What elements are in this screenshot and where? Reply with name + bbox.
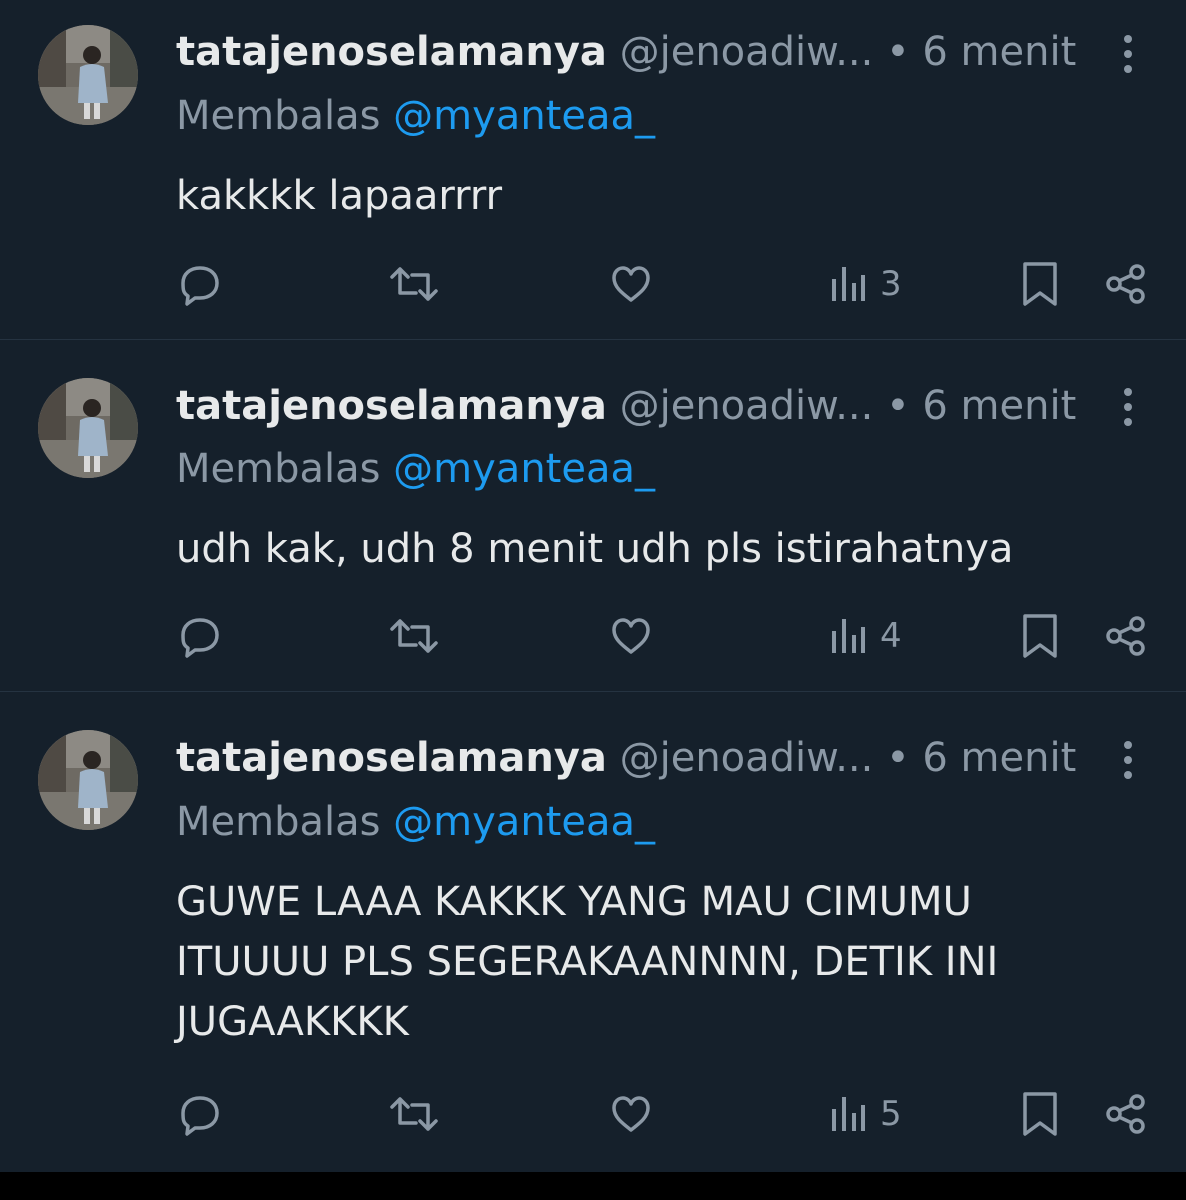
replying-to-line: Membalas @myanteaa_ bbox=[176, 88, 655, 144]
like-button[interactable] bbox=[608, 608, 654, 664]
tweet-header: tatajenoselamanya @jenoadiw... • 6 menit bbox=[176, 378, 1186, 434]
heart-icon bbox=[608, 1091, 654, 1137]
timestamp[interactable]: 6 menit bbox=[922, 383, 1076, 429]
tweet-item[interactable]: tatajenoselamanya @jenoadiw... • 6 menit… bbox=[0, 692, 1186, 1172]
tweet-actions: 4 bbox=[0, 608, 1186, 664]
bookmark-icon bbox=[1018, 259, 1062, 309]
replying-to-label: Membalas bbox=[176, 799, 381, 845]
tweet-text-line: JUGAAKKKK bbox=[176, 999, 409, 1045]
avatar[interactable] bbox=[38, 730, 138, 830]
like-button[interactable] bbox=[608, 1086, 654, 1142]
views-count: 4 bbox=[880, 616, 902, 656]
user-handle[interactable]: @jenoadiw... bbox=[620, 29, 874, 75]
replying-to-label: Membalas bbox=[176, 446, 381, 492]
dot-separator: • bbox=[886, 29, 910, 75]
mention-link[interactable]: @myanteaa_ bbox=[393, 799, 655, 845]
tweet-item[interactable]: tatajenoselamanya @jenoadiw... • 6 menit… bbox=[0, 0, 1186, 340]
views-button[interactable]: 3 bbox=[828, 256, 902, 312]
reply-button[interactable] bbox=[177, 256, 223, 312]
views-button[interactable]: 5 bbox=[828, 1086, 902, 1142]
share-button[interactable] bbox=[1103, 608, 1149, 664]
tweet-header: tatajenoselamanya @jenoadiw... • 6 menit bbox=[176, 24, 1186, 80]
display-name[interactable]: tatajenoselamanya bbox=[176, 735, 607, 781]
tweet-header: tatajenoselamanya @jenoadiw... • 6 menit bbox=[176, 730, 1186, 786]
speech-bubble-icon bbox=[177, 261, 223, 307]
reply-button[interactable] bbox=[177, 608, 223, 664]
bookmark-button[interactable] bbox=[1018, 1086, 1062, 1142]
tweet-text-line: ITUUUU PLS SEGERAKAANNNN, DETIK INI bbox=[176, 939, 999, 985]
display-name[interactable]: tatajenoselamanya bbox=[176, 383, 607, 429]
reply-button[interactable] bbox=[177, 1086, 223, 1142]
tweet-text-line: udh kak, udh 8 menit udh pls istirahatny… bbox=[176, 526, 1014, 572]
share-nodes-icon bbox=[1103, 261, 1149, 307]
share-button[interactable] bbox=[1103, 256, 1149, 312]
avatar[interactable] bbox=[38, 25, 138, 125]
retweet-arrows-icon bbox=[388, 1091, 440, 1137]
heart-icon bbox=[608, 613, 654, 659]
replying-to-line: Membalas @myanteaa_ bbox=[176, 441, 655, 497]
heart-icon bbox=[608, 261, 654, 307]
views-count: 5 bbox=[880, 1094, 902, 1134]
bar-chart-icon bbox=[828, 1091, 868, 1137]
share-button[interactable] bbox=[1103, 1086, 1149, 1142]
bar-chart-icon bbox=[828, 261, 868, 307]
mention-link[interactable]: @myanteaa_ bbox=[393, 446, 655, 492]
tweet-text-line: GUWE LAAA KAKKK YANG MAU CIMUMU bbox=[176, 879, 972, 925]
display-name[interactable]: tatajenoselamanya bbox=[176, 29, 607, 75]
tweet-text: kakkkk lapaarrrr bbox=[176, 166, 1136, 226]
tweet-text-line: kakkkk lapaarrrr bbox=[176, 173, 503, 219]
timestamp[interactable]: 6 menit bbox=[922, 735, 1076, 781]
like-button[interactable] bbox=[608, 256, 654, 312]
tweet-item[interactable]: tatajenoselamanya @jenoadiw... • 6 menit… bbox=[0, 340, 1186, 692]
retweet-arrows-icon bbox=[388, 613, 440, 659]
bookmark-button[interactable] bbox=[1018, 256, 1062, 312]
retweet-button[interactable] bbox=[388, 608, 440, 664]
dot-separator: • bbox=[886, 383, 910, 429]
retweet-button[interactable] bbox=[388, 1086, 440, 1142]
speech-bubble-icon bbox=[177, 613, 223, 659]
user-handle[interactable]: @jenoadiw... bbox=[620, 735, 874, 781]
reply-thread: tatajenoselamanya @jenoadiw... • 6 menit… bbox=[0, 0, 1186, 1172]
more-options-icon[interactable] bbox=[1108, 382, 1148, 432]
speech-bubble-icon bbox=[177, 1091, 223, 1137]
share-nodes-icon bbox=[1103, 1091, 1149, 1137]
mention-link[interactable]: @myanteaa_ bbox=[393, 93, 655, 139]
more-options-icon[interactable] bbox=[1108, 29, 1148, 79]
bookmark-button[interactable] bbox=[1018, 608, 1062, 664]
tweet-text: udh kak, udh 8 menit udh pls istirahatny… bbox=[176, 519, 1136, 579]
bookmark-icon bbox=[1018, 1089, 1062, 1139]
tweet-actions: 5 bbox=[0, 1086, 1186, 1142]
dot-separator: • bbox=[886, 735, 910, 781]
views-button[interactable]: 4 bbox=[828, 608, 902, 664]
user-handle[interactable]: @jenoadiw... bbox=[620, 383, 874, 429]
more-options-icon[interactable] bbox=[1108, 735, 1148, 785]
views-count: 3 bbox=[880, 264, 902, 304]
retweet-button[interactable] bbox=[388, 256, 440, 312]
bar-chart-icon bbox=[828, 613, 868, 659]
replying-to-label: Membalas bbox=[176, 93, 381, 139]
timestamp[interactable]: 6 menit bbox=[922, 29, 1076, 75]
screenshot-page: tatajenoselamanya @jenoadiw... • 6 menit… bbox=[0, 0, 1186, 1200]
bookmark-icon bbox=[1018, 611, 1062, 661]
avatar[interactable] bbox=[38, 378, 138, 478]
tweet-actions: 3 bbox=[0, 256, 1186, 312]
share-nodes-icon bbox=[1103, 613, 1149, 659]
tweet-text: GUWE LAAA KAKKK YANG MAU CIMUMU ITUUUU P… bbox=[176, 872, 1136, 1052]
retweet-arrows-icon bbox=[388, 261, 440, 307]
replying-to-line: Membalas @myanteaa_ bbox=[176, 794, 655, 850]
